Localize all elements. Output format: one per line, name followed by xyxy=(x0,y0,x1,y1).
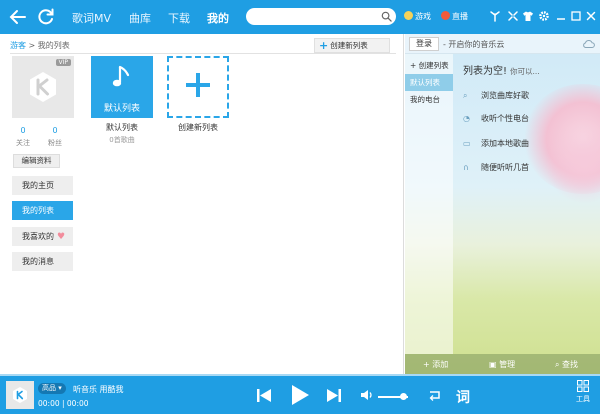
radio-icon: ◔ xyxy=(463,114,470,123)
cloud-icon[interactable] xyxy=(582,38,595,49)
maximize-icon[interactable] xyxy=(570,10,582,22)
tab-default-list[interactable]: 默认列表 xyxy=(405,74,453,91)
tools-grid-icon xyxy=(577,380,589,392)
tools-button[interactable]: 工具 xyxy=(576,380,590,404)
search-icon[interactable] xyxy=(381,11,392,22)
shrink-icon[interactable] xyxy=(507,10,519,22)
lyrics-button[interactable]: 词 xyxy=(456,387,470,407)
now-playing-cover[interactable] xyxy=(6,381,34,409)
kuwo-logo-icon xyxy=(13,387,27,403)
plus-icon xyxy=(186,73,210,97)
find-button[interactable]: ⌕ 查找 xyxy=(555,359,578,370)
volume-icon[interactable] xyxy=(360,389,374,401)
tab-library[interactable]: 曲库 xyxy=(129,10,151,26)
edit-profile-button[interactable]: 编辑资料 xyxy=(13,154,60,168)
headphones-icon: ∩ xyxy=(463,163,469,172)
sidebar-item-home[interactable]: 我的主页 xyxy=(12,176,73,195)
back-arrow-icon[interactable] xyxy=(8,7,28,27)
plus-icon: + xyxy=(319,39,329,52)
cloud-footer: + 添加 ▣ 管理 ⌕ 查找 xyxy=(405,354,600,374)
login-button[interactable]: 登录 xyxy=(409,37,439,51)
settings-gear-icon[interactable] xyxy=(538,10,550,22)
playlist-name[interactable]: 默认列表 xyxy=(91,122,153,133)
tab-my-radio[interactable]: 我的电台 xyxy=(405,91,453,108)
cloud-slogan: - 开启你的音乐云 xyxy=(443,40,505,49)
next-track-icon[interactable] xyxy=(327,389,341,402)
sidebar-item-my-lists[interactable]: 我的列表 xyxy=(12,201,73,220)
games-link[interactable]: 游戏 xyxy=(404,11,431,22)
cloud-list-tabs: + 创建列表 默认列表 我的电台 xyxy=(405,54,453,354)
previous-track-icon[interactable] xyxy=(257,389,271,402)
playlist-song-count: 0首歌曲 xyxy=(109,136,135,144)
manage-icon: ▣ xyxy=(489,360,500,369)
track-title: 听音乐 用酷我 xyxy=(73,385,124,394)
live-link[interactable]: 直播 xyxy=(441,11,468,22)
player-bar: 高品 ▾ 听音乐 用酷我 00:00 | 00:00 词 工具 xyxy=(0,376,600,414)
avatar[interactable]: VIP xyxy=(12,56,74,118)
volume-slider-handle[interactable] xyxy=(400,393,407,400)
add-button[interactable]: + 添加 xyxy=(423,359,448,370)
antenna-icon[interactable] xyxy=(489,10,501,22)
vip-badge: VIP xyxy=(55,59,71,66)
search-box[interactable] xyxy=(246,8,396,25)
fans-label: 粉丝 xyxy=(48,139,62,147)
close-icon[interactable] xyxy=(585,10,597,22)
breadcrumb-current: 我的列表 xyxy=(37,41,70,50)
tab-download[interactable]: 下载 xyxy=(168,10,190,26)
folder-icon: ▭ xyxy=(463,139,471,148)
playback-time: 00:00 | 00:00 xyxy=(38,399,89,408)
plus-icon: + xyxy=(423,360,433,369)
breadcrumb-separator: > xyxy=(26,41,38,50)
suggestion-radio[interactable]: ◔ 收听个性电台 xyxy=(463,113,529,124)
tab-lyrics-mv[interactable]: 歌词MV xyxy=(72,10,111,26)
search-icon: ⌕ xyxy=(555,360,563,369)
empty-list-message: 列表为空! 你可以... xyxy=(463,66,540,77)
loop-mode-icon[interactable] xyxy=(428,389,442,401)
top-bar: 歌词MV 曲库 下载 我的 游戏 直播 xyxy=(0,0,600,34)
play-icon[interactable] xyxy=(290,384,310,406)
create-list-button[interactable]: + 创建新列表 xyxy=(314,38,390,53)
kuwo-logo-icon xyxy=(30,72,56,102)
cloud-header: 登录 - 开启你的音乐云 xyxy=(405,34,600,54)
search-icon: ⌕ xyxy=(463,91,468,100)
fans-count: 0 xyxy=(52,126,58,135)
suggestion-random[interactable]: ∩ 随便听听几首 xyxy=(463,162,529,173)
following-stat[interactable]: 0 关注 xyxy=(8,126,38,148)
playlist-name[interactable]: 创建新列表 xyxy=(167,122,229,133)
heart-icon: ♥ xyxy=(57,232,66,242)
divider xyxy=(10,53,396,54)
tab-mine[interactable]: 我的 xyxy=(207,10,229,26)
fans-stat[interactable]: 0 粉丝 xyxy=(40,126,70,148)
playlist-cover-label: 默认列表 xyxy=(103,104,140,114)
following-label: 关注 xyxy=(16,139,30,147)
sidebar-item-favorites[interactable]: 我喜欢的 ♥ xyxy=(12,227,73,246)
live-icon xyxy=(441,11,450,20)
games-icon xyxy=(404,11,413,20)
breadcrumb: 游客 > 我的列表 xyxy=(10,40,70,51)
refresh-icon[interactable] xyxy=(36,7,56,27)
create-playlist-tile[interactable] xyxy=(167,56,229,118)
search-input[interactable] xyxy=(246,8,376,25)
playlist-card-default[interactable]: 默认列表 默认列表 0首歌曲 xyxy=(91,56,153,145)
skin-shirt-icon[interactable] xyxy=(522,10,534,22)
music-cloud-panel: 登录 - 开启你的音乐云 + 创建列表 默认列表 我的电台 列表为空! 你可以..… xyxy=(405,34,600,374)
manage-button[interactable]: ▣ 管理 xyxy=(489,359,515,370)
playlist-card-create[interactable]: 创建新列表 xyxy=(167,56,229,133)
my-lists-panel: 游客 > 我的列表 + 创建新列表 VIP 0 关注 0 粉丝 编辑资料 我的主页… xyxy=(0,34,404,374)
breadcrumb-guest[interactable]: 游客 xyxy=(10,41,26,50)
suggestion-add-local[interactable]: ▭ 添加本地歌曲 xyxy=(463,138,529,149)
minimize-icon[interactable] xyxy=(555,10,567,22)
following-count: 0 xyxy=(20,126,26,135)
sidebar-item-messages[interactable]: 我的消息 xyxy=(12,252,73,271)
playlist-cover[interactable]: 默认列表 xyxy=(91,56,153,118)
quality-selector[interactable]: 高品 ▾ xyxy=(38,383,66,394)
music-note-icon xyxy=(112,65,130,87)
tab-create-list[interactable]: + 创建列表 xyxy=(405,57,453,74)
suggestion-browse-library[interactable]: ⌕ 浏览曲库好歌 xyxy=(463,90,529,101)
